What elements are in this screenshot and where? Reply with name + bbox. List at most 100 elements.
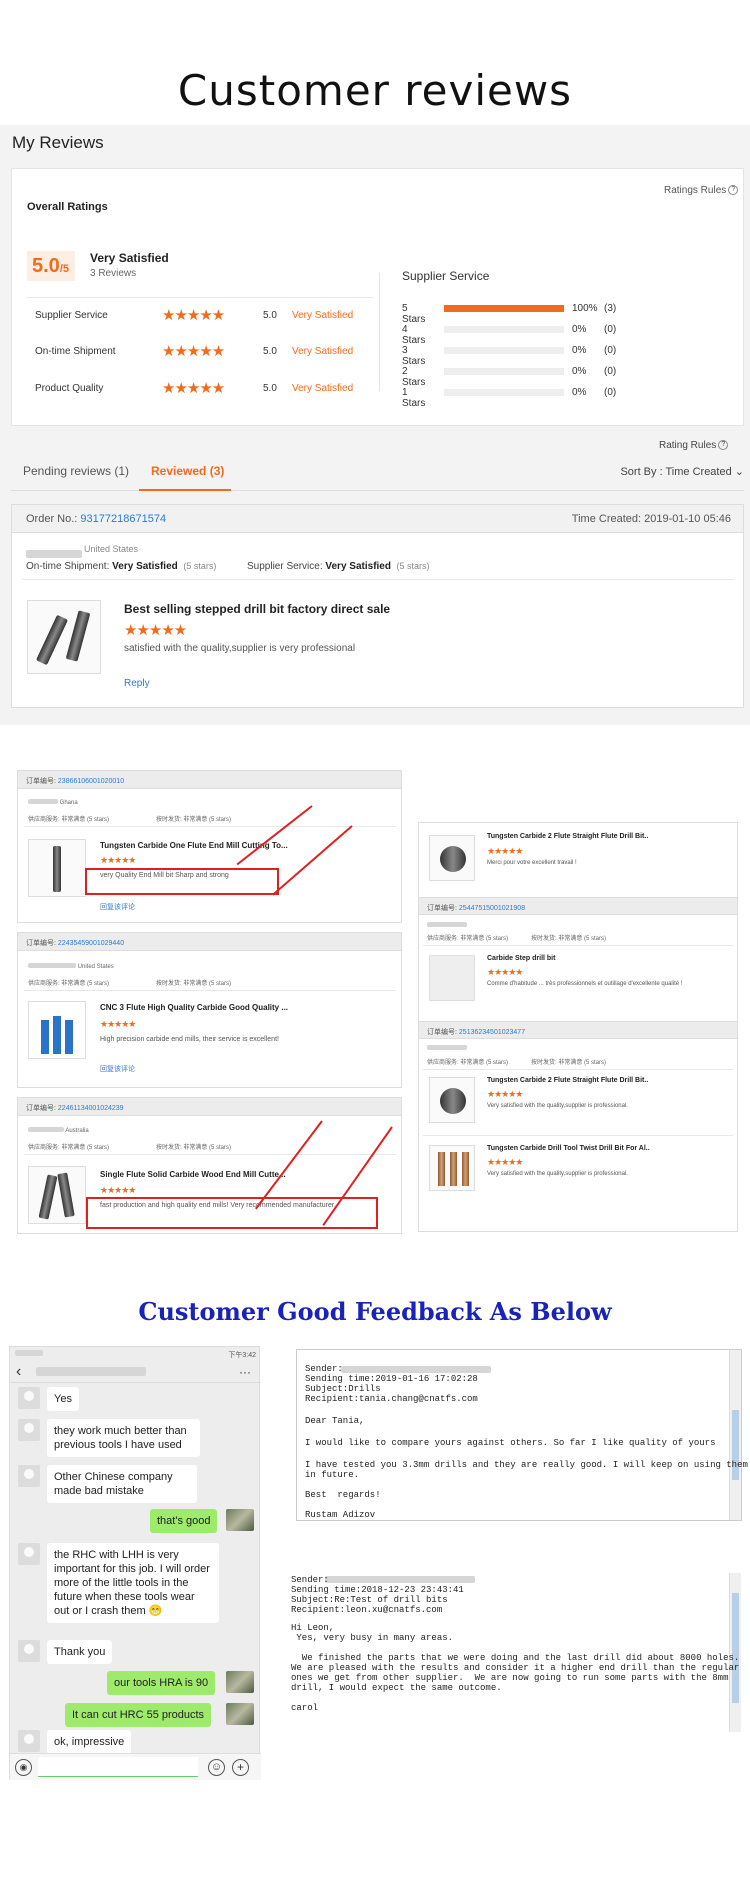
product-title: Single Flute Solid Carbide Wood End Mill… [100, 1170, 286, 1179]
order-header: 订单编号: 23866106001020010 [18, 771, 401, 789]
buyer-name-redacted [427, 922, 467, 927]
meta-label: 按时发货: 非常满意 [156, 1145, 208, 1151]
meta-stars: (5 stars) [209, 1145, 232, 1151]
divider [24, 826, 396, 827]
meta-label: 供应商服务: 非常满意 [28, 817, 86, 823]
rating-stars: ★★★★★ [162, 307, 225, 324]
buyer-row [427, 1045, 467, 1052]
divider [423, 1069, 733, 1070]
twist-drill-image [462, 1152, 469, 1186]
email-line: Rustam Adizov [305, 1510, 376, 1520]
voice-icon[interactable]: ◉ [15, 1759, 32, 1776]
shipment-rating: 按时发货: 非常满意 (5 stars) [531, 1057, 606, 1066]
order-label: 订单编号: [427, 905, 457, 912]
meta-stars: (5 stars) [183, 561, 217, 571]
drill-bit-image [440, 846, 466, 872]
meta-value: Very Satisfied [112, 561, 178, 572]
divider [24, 990, 396, 991]
status-bar: 下午3:42 [10, 1347, 261, 1361]
avatar [18, 1730, 40, 1752]
buyer-country: Australia [65, 1128, 89, 1134]
more-icon: ··· [239, 1365, 251, 1379]
order-number-link[interactable]: 93177218671574 [80, 513, 166, 525]
breakdown-label: 1 Stars [402, 387, 426, 409]
divider [22, 579, 734, 580]
email-line: I would like to compare yours against ot… [305, 1438, 716, 1448]
tab-reviewed[interactable]: Reviewed (3) [151, 464, 224, 478]
tab-pending-reviews[interactable]: Pending reviews (1) [23, 464, 129, 478]
buyer-country: Ghana [59, 800, 78, 806]
order-number: 22461134001024239 [57, 1105, 124, 1112]
order-header: 订单编号: 25136234501023477 [419, 1021, 737, 1039]
order-header: 订单编号: 25447515001021908 [419, 897, 737, 915]
meta-label: 按时发货: 非常满意 [156, 981, 208, 987]
avatar [18, 1465, 40, 1487]
supplier-service-rating: 供应商服务: 非常满意 (5 stars) [427, 1057, 508, 1066]
breakdown-count: (3) [604, 303, 617, 314]
product-title: CNC 3 Flute High Quality Carbide Good Qu… [100, 1003, 289, 1012]
chat-message: that's good [150, 1509, 218, 1533]
help-icon: ? [728, 185, 739, 196]
divider [24, 1154, 396, 1155]
scrollbar-thumb [732, 1593, 739, 1703]
rating-number: 5.0 [263, 346, 277, 357]
end-mill-image [41, 1020, 49, 1054]
supplier-service-rating: 供应商服务: 非常满意 (5 stars) [28, 814, 109, 823]
rating-row-label: On-time Shipment [35, 346, 116, 357]
sort-by-label: Sort By : Time Created [620, 466, 732, 478]
ratings-rules-label: Ratings Rules [664, 185, 727, 196]
meta-label: 按时发货: 非常满意 [531, 936, 583, 942]
ratings-rules-link[interactable]: Ratings Rules? [664, 185, 739, 196]
meta-label: Supplier Service: [247, 561, 323, 572]
chat-message: our tools HRA is 90 [107, 1671, 216, 1695]
review-screenshot-2: 订单编号: 22435459001029440 United States 供应… [17, 932, 402, 1088]
add-icon[interactable]: + [232, 1759, 249, 1776]
order-label: 订单编号: [26, 778, 56, 785]
meta-label: On-time Shipment: [26, 561, 110, 572]
supplier-service-heading: Supplier Service [402, 269, 490, 283]
breakdown-percent: 0% [572, 366, 587, 377]
product-image-placeholder [429, 955, 475, 1001]
overall-score: 5.0/5 [27, 251, 75, 281]
reply-link[interactable]: Reply [124, 678, 150, 689]
meta-stars: (5 stars) [87, 981, 110, 987]
buyer-country: United States [77, 964, 114, 970]
order-time-created: Time Created: 2019-01-10 05:46 [571, 513, 731, 525]
review-stars: ★★★★★ [487, 1089, 523, 1099]
buyer-name-redacted [427, 1045, 467, 1050]
breakdown-percent: 0% [572, 345, 587, 356]
breakdown-count: (0) [604, 324, 617, 335]
chat-message: It can cut HRC 55 products [65, 1703, 212, 1727]
end-mill-image [53, 846, 61, 892]
rating-satisfaction: Very Satisfied [292, 310, 354, 321]
chat-message: Other Chinese company made bad mistake [47, 1465, 197, 1503]
email-line: Recipient:tania.chang@cnatfs.com [305, 1394, 478, 1404]
email-line: Dear Tania, [305, 1416, 365, 1426]
email-line: carol [291, 1703, 319, 1713]
review-comment: Merci pour votre excellent travail ! [487, 860, 577, 866]
breakdown-bar [444, 347, 564, 354]
chat-input-bar: ◉ ☺ + [10, 1753, 261, 1780]
reply-link: 回复该评论 [100, 1066, 135, 1073]
email-line: Subject:Re:Test of drill bits [291, 1595, 448, 1605]
email-line: Hi Leon, [291, 1623, 335, 1633]
review-comment: Very satisfied with the quality,supplier… [487, 1103, 628, 1109]
end-mill-image [53, 1016, 61, 1054]
score-max: /5 [59, 263, 69, 275]
breakdown-count: (0) [604, 366, 617, 377]
chat-text-input[interactable] [38, 1757, 198, 1777]
rating-rules-link[interactable]: Rating Rules? [659, 440, 729, 451]
buyer-name-redacted [26, 545, 82, 558]
product-title[interactable]: Best selling stepped drill bit factory d… [124, 602, 390, 616]
email-line: Best regards! [305, 1490, 381, 1500]
emoji-icon[interactable]: ☺ [208, 1759, 225, 1776]
chat-message: they work much better than previous tool… [47, 1419, 200, 1457]
avatar [226, 1671, 254, 1693]
overall-ratings-label: Overall Ratings [27, 201, 108, 213]
meta-stars: (5 stars) [87, 1145, 110, 1151]
sort-by-dropdown[interactable]: Sort By : Time Created ⌄ [620, 465, 744, 478]
scrollbar [729, 1350, 741, 1520]
rating-number: 5.0 [263, 383, 277, 394]
buyer-name-redacted [28, 1127, 64, 1132]
chat-message: Yes [47, 1387, 79, 1411]
